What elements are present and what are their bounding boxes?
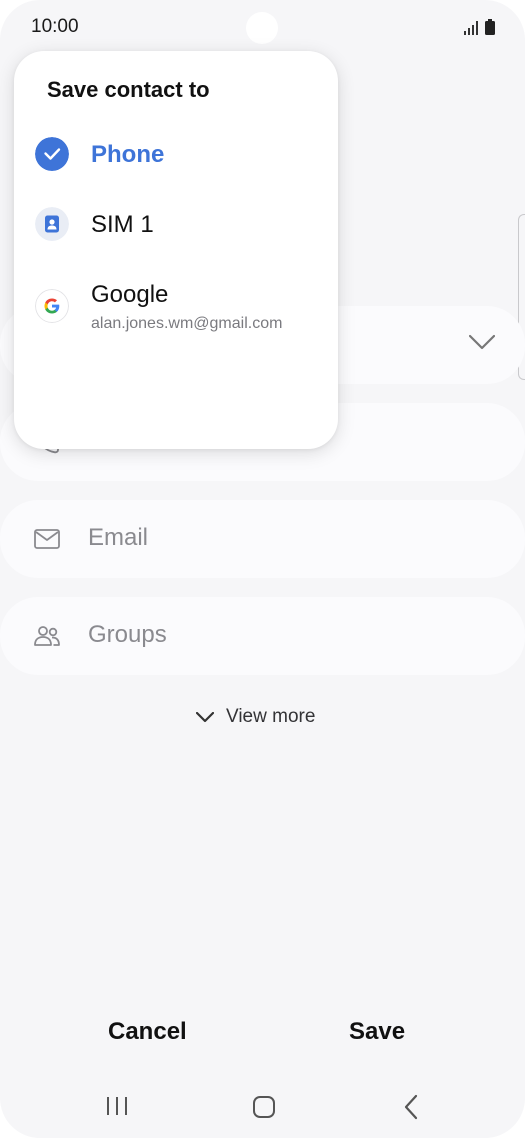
battery-icon — [485, 19, 495, 35]
recent-apps-icon[interactable] — [105, 1095, 129, 1117]
save-contact-to-popup: Save contact to Phone SIM 1 Google alan.… — [14, 51, 338, 449]
status-icons — [464, 19, 495, 35]
screen: 10:00 Phone Email — [0, 0, 525, 1138]
email-field[interactable]: Email — [0, 500, 525, 578]
phone-storage-check-icon — [35, 137, 69, 171]
signal-bars-icon — [464, 21, 478, 35]
option-phone[interactable]: Phone — [14, 129, 338, 179]
view-more-label: View more — [226, 706, 316, 727]
email-field-label: Email — [88, 524, 149, 551]
status-time: 10:00 — [31, 16, 79, 37]
back-icon[interactable] — [403, 1094, 419, 1120]
popup-title: Save contact to — [47, 77, 210, 102]
google-icon — [35, 289, 69, 323]
groups-field-label: Groups — [88, 621, 167, 648]
cancel-button[interactable]: Cancel — [108, 1018, 187, 1046]
home-icon[interactable] — [252, 1095, 276, 1119]
option-phone-label: Phone — [91, 141, 165, 168]
save-button[interactable]: Save — [349, 1018, 405, 1046]
option-google-label: Google — [91, 281, 169, 308]
option-sim-1[interactable]: SIM 1 — [14, 199, 338, 249]
chevron-down-icon[interactable] — [469, 334, 495, 350]
camera-cutout — [246, 12, 278, 44]
option-google[interactable]: Google alan.jones.wm@gmail.com — [14, 269, 338, 341]
option-sim-1-label: SIM 1 — [91, 211, 154, 238]
email-icon — [34, 529, 60, 549]
sim-contact-icon — [35, 207, 69, 241]
groups-field[interactable]: Groups — [0, 597, 525, 675]
view-more-button[interactable]: View more — [196, 706, 315, 728]
option-google-account: alan.jones.wm@gmail.com — [91, 315, 283, 332]
groups-icon — [34, 626, 60, 646]
chevron-down-icon — [196, 711, 214, 722]
